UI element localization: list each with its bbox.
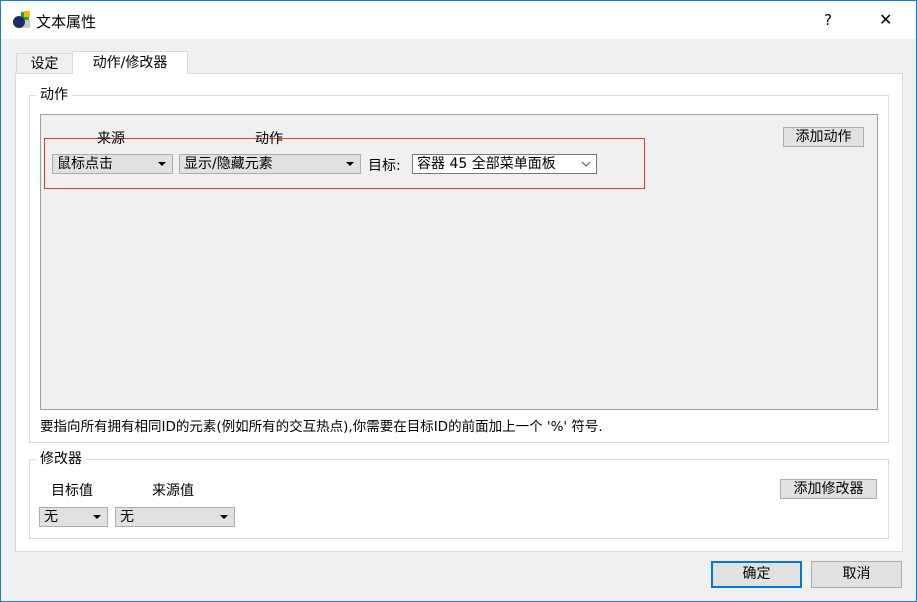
modifier-source-value: 无 (120, 509, 134, 525)
actions-group-label: 动作 (36, 87, 72, 103)
dropdown-arrow-icon (158, 162, 166, 166)
modifier-target-value: 无 (44, 509, 58, 525)
dropdown-arrow-icon (93, 515, 101, 519)
dialog-window: 文本属性 ? ✕ 设定 动作/修改器 动作 来源 动作 鼠标点击 显示/隐藏元素… (0, 0, 917, 602)
dropdown-arrow-icon (220, 515, 228, 519)
dropdown-arrow-icon (346, 162, 354, 166)
source-value-header: 来源值 (152, 483, 194, 499)
tab-panel: 动作 来源 动作 鼠标点击 显示/隐藏元素 目标: 容器 45 全部菜单面板 添… (15, 73, 903, 552)
tab-settings[interactable]: 设定 (16, 53, 73, 74)
modifier-target-dropdown[interactable]: 无 (39, 507, 108, 527)
modifiers-group-label: 修改器 (36, 451, 86, 467)
help-button[interactable]: ? (824, 11, 832, 29)
close-button[interactable]: ✕ (879, 10, 892, 29)
window-title: 文本属性 (36, 13, 97, 31)
cancel-button[interactable]: 取消 (811, 561, 902, 588)
target-hint: 要指向所有拥有相同ID的元素(例如所有的交互热点),你需要在目标ID的前面加上一… (40, 419, 603, 435)
chevron-down-icon (581, 161, 591, 167)
action-header: 动作 (255, 131, 283, 147)
action-value: 显示/隐藏元素 (184, 156, 273, 172)
source-header: 来源 (97, 131, 125, 147)
source-dropdown[interactable]: 鼠标点击 (52, 154, 173, 174)
target-label: 目标: (368, 158, 401, 174)
action-dropdown[interactable]: 显示/隐藏元素 (179, 154, 361, 174)
target-dropdown[interactable]: 容器 45 全部菜单面板 (412, 154, 597, 174)
title-bar: 文本属性 ? ✕ (1, 1, 916, 39)
add-action-button[interactable]: 添加动作 (783, 127, 864, 147)
actions-list: 来源 动作 鼠标点击 显示/隐藏元素 目标: 容器 45 全部菜单面板 添加动作 (40, 114, 878, 410)
source-value: 鼠标点击 (57, 156, 113, 172)
add-modifier-button[interactable]: 添加修改器 (780, 479, 877, 499)
modifier-source-dropdown[interactable]: 无 (115, 507, 235, 527)
target-value: 容器 45 全部菜单面板 (417, 156, 556, 172)
app-icon (13, 11, 30, 28)
ok-button[interactable]: 确定 (711, 561, 802, 588)
tab-actions-modifiers[interactable]: 动作/修改器 (72, 51, 188, 74)
target-value-header: 目标值 (51, 483, 93, 499)
